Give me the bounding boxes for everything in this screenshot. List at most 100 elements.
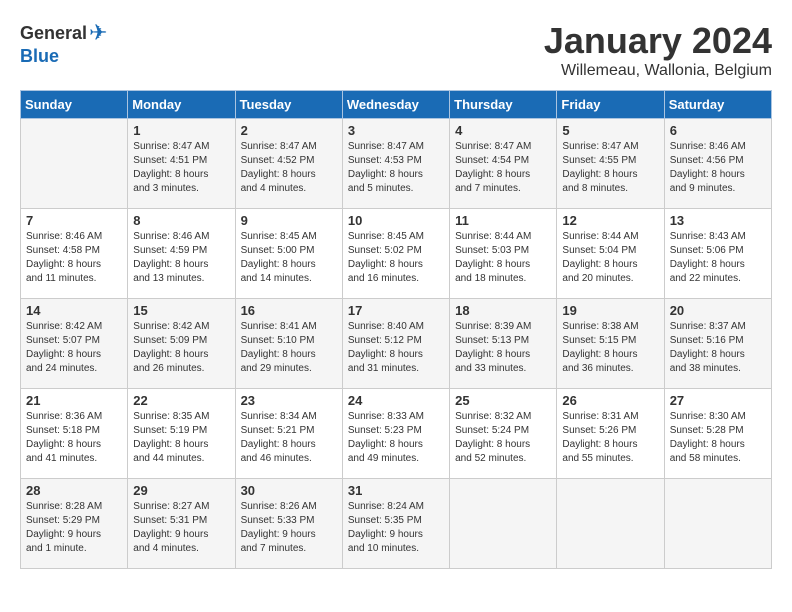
day-number: 12 [562, 213, 658, 228]
day-info: Sunrise: 8:45 AM Sunset: 5:00 PM Dayligh… [241, 230, 337, 286]
day-info: Sunrise: 8:26 AM Sunset: 5:33 PM Dayligh… [241, 500, 337, 556]
day-info: Sunrise: 8:40 AM Sunset: 5:12 PM Dayligh… [348, 320, 444, 376]
weekday-sunday: Sunday [21, 91, 128, 119]
calendar-cell: 22 Sunrise: 8:35 AM Sunset: 5:19 PM Dayli… [128, 389, 235, 479]
day-number: 28 [26, 483, 122, 498]
day-number: 20 [670, 303, 766, 318]
calendar-cell: 4 Sunrise: 8:47 AM Sunset: 4:54 PM Daylig… [450, 119, 557, 209]
day-number: 13 [670, 213, 766, 228]
calendar-cell: 31 Sunrise: 8:24 AM Sunset: 5:35 PM Dayli… [342, 479, 449, 569]
day-info: Sunrise: 8:46 AM Sunset: 4:56 PM Dayligh… [670, 140, 766, 196]
logo-bird-icon: ✈ [89, 20, 107, 46]
logo-blue: Blue [20, 46, 59, 67]
weekday-header-row: SundayMondayTuesdayWednesdayThursdayFrid… [21, 91, 772, 119]
calendar-cell: 23 Sunrise: 8:34 AM Sunset: 5:21 PM Dayli… [235, 389, 342, 479]
week-row-3: 14Sunrise: 8:42 AM Sunset: 5:07 PM Dayli… [21, 299, 772, 389]
calendar-cell: 8Sunrise: 8:46 AM Sunset: 4:59 PM Daylig… [128, 209, 235, 299]
calendar-cell: 5 Sunrise: 8:47 AM Sunset: 4:55 PM Daylig… [557, 119, 664, 209]
day-info: Sunrise: 8:31 AM Sunset: 5:26 PM Dayligh… [562, 410, 658, 466]
day-number: 15 [133, 303, 229, 318]
day-number: 4 [455, 123, 551, 138]
weekday-wednesday: Wednesday [342, 91, 449, 119]
calendar-cell: 2 Sunrise: 8:47 AM Sunset: 4:52 PM Daylig… [235, 119, 342, 209]
day-info: Sunrise: 8:32 AM Sunset: 5:24 PM Dayligh… [455, 410, 551, 466]
calendar-cell: 6 Sunrise: 8:46 AM Sunset: 4:56 PM Daylig… [664, 119, 771, 209]
day-number: 23 [241, 393, 337, 408]
logo-general: General [20, 23, 87, 44]
day-number: 19 [562, 303, 658, 318]
logo: General ✈ Blue [20, 20, 107, 67]
day-number: 21 [26, 393, 122, 408]
calendar-cell: 1Sunrise: 8:47 AM Sunset: 4:51 PM Daylig… [128, 119, 235, 209]
day-number: 3 [348, 123, 444, 138]
weekday-tuesday: Tuesday [235, 91, 342, 119]
day-info: Sunrise: 8:37 AM Sunset: 5:16 PM Dayligh… [670, 320, 766, 376]
day-number: 27 [670, 393, 766, 408]
calendar-cell [664, 479, 771, 569]
weekday-friday: Friday [557, 91, 664, 119]
calendar-cell: 17 Sunrise: 8:40 AM Sunset: 5:12 PM Dayli… [342, 299, 449, 389]
calendar-cell: 28 Sunrise: 8:28 AM Sunset: 5:29 PM Dayli… [21, 479, 128, 569]
calendar-cell: 15Sunrise: 8:42 AM Sunset: 5:09 PM Dayli… [128, 299, 235, 389]
day-number: 18 [455, 303, 551, 318]
week-row-5: 28 Sunrise: 8:28 AM Sunset: 5:29 PM Dayli… [21, 479, 772, 569]
day-number: 29 [133, 483, 229, 498]
day-info: Sunrise: 8:34 AM Sunset: 5:21 PM Dayligh… [241, 410, 337, 466]
day-info: Sunrise: 8:35 AM Sunset: 5:19 PM Dayligh… [133, 410, 229, 466]
day-number: 10 [348, 213, 444, 228]
calendar-cell: 13 Sunrise: 8:43 AM Sunset: 5:06 PM Dayli… [664, 209, 771, 299]
day-info: Sunrise: 8:44 AM Sunset: 5:04 PM Dayligh… [562, 230, 658, 286]
header: General ✈ Blue January 2024 Willemeau, W… [20, 20, 772, 80]
day-number: 9 [241, 213, 337, 228]
week-row-2: 7 Sunrise: 8:46 AM Sunset: 4:58 PM Daylig… [21, 209, 772, 299]
day-info: Sunrise: 8:47 AM Sunset: 4:52 PM Dayligh… [241, 140, 337, 196]
day-info: Sunrise: 8:47 AM Sunset: 4:51 PM Dayligh… [133, 140, 229, 196]
day-number: 22 [133, 393, 229, 408]
calendar-cell: 9 Sunrise: 8:45 AM Sunset: 5:00 PM Daylig… [235, 209, 342, 299]
day-number: 6 [670, 123, 766, 138]
month-title: January 2024 [544, 20, 772, 62]
day-info: Sunrise: 8:46 AM Sunset: 4:59 PM Dayligh… [133, 230, 229, 286]
day-info: Sunrise: 8:28 AM Sunset: 5:29 PM Dayligh… [26, 500, 122, 556]
day-info: Sunrise: 8:43 AM Sunset: 5:06 PM Dayligh… [670, 230, 766, 286]
weekday-thursday: Thursday [450, 91, 557, 119]
day-number: 17 [348, 303, 444, 318]
day-info: Sunrise: 8:24 AM Sunset: 5:35 PM Dayligh… [348, 500, 444, 556]
day-info: Sunrise: 8:47 AM Sunset: 4:53 PM Dayligh… [348, 140, 444, 196]
calendar-cell: 16Sunrise: 8:41 AM Sunset: 5:10 PM Dayli… [235, 299, 342, 389]
day-number: 25 [455, 393, 551, 408]
week-row-1: 1Sunrise: 8:47 AM Sunset: 4:51 PM Daylig… [21, 119, 772, 209]
day-info: Sunrise: 8:36 AM Sunset: 5:18 PM Dayligh… [26, 410, 122, 466]
location-title: Willemeau, Wallonia, Belgium [544, 62, 772, 80]
calendar-cell: 25 Sunrise: 8:32 AM Sunset: 5:24 PM Dayli… [450, 389, 557, 479]
weekday-saturday: Saturday [664, 91, 771, 119]
day-info: Sunrise: 8:38 AM Sunset: 5:15 PM Dayligh… [562, 320, 658, 376]
day-info: Sunrise: 8:45 AM Sunset: 5:02 PM Dayligh… [348, 230, 444, 286]
day-info: Sunrise: 8:30 AM Sunset: 5:28 PM Dayligh… [670, 410, 766, 466]
day-info: Sunrise: 8:41 AM Sunset: 5:10 PM Dayligh… [241, 320, 337, 376]
calendar-cell: 10 Sunrise: 8:45 AM Sunset: 5:02 PM Dayli… [342, 209, 449, 299]
day-number: 26 [562, 393, 658, 408]
day-info: Sunrise: 8:47 AM Sunset: 4:54 PM Dayligh… [455, 140, 551, 196]
day-number: 5 [562, 123, 658, 138]
calendar-cell [450, 479, 557, 569]
day-number: 31 [348, 483, 444, 498]
weekday-monday: Monday [128, 91, 235, 119]
day-info: Sunrise: 8:47 AM Sunset: 4:55 PM Dayligh… [562, 140, 658, 196]
calendar-cell: 3 Sunrise: 8:47 AM Sunset: 4:53 PM Daylig… [342, 119, 449, 209]
calendar-cell: 21 Sunrise: 8:36 AM Sunset: 5:18 PM Dayli… [21, 389, 128, 479]
day-info: Sunrise: 8:44 AM Sunset: 5:03 PM Dayligh… [455, 230, 551, 286]
calendar-cell [21, 119, 128, 209]
calendar-cell: 29Sunrise: 8:27 AM Sunset: 5:31 PM Dayli… [128, 479, 235, 569]
day-number: 2 [241, 123, 337, 138]
day-number: 14 [26, 303, 122, 318]
calendar-cell: 18Sunrise: 8:39 AM Sunset: 5:13 PM Dayli… [450, 299, 557, 389]
day-number: 7 [26, 213, 122, 228]
calendar-cell: 20 Sunrise: 8:37 AM Sunset: 5:16 PM Dayli… [664, 299, 771, 389]
week-row-4: 21 Sunrise: 8:36 AM Sunset: 5:18 PM Dayli… [21, 389, 772, 479]
calendar-cell: 19 Sunrise: 8:38 AM Sunset: 5:15 PM Dayli… [557, 299, 664, 389]
day-info: Sunrise: 8:46 AM Sunset: 4:58 PM Dayligh… [26, 230, 122, 286]
calendar-cell [557, 479, 664, 569]
calendar-cell: 30Sunrise: 8:26 AM Sunset: 5:33 PM Dayli… [235, 479, 342, 569]
day-number: 24 [348, 393, 444, 408]
